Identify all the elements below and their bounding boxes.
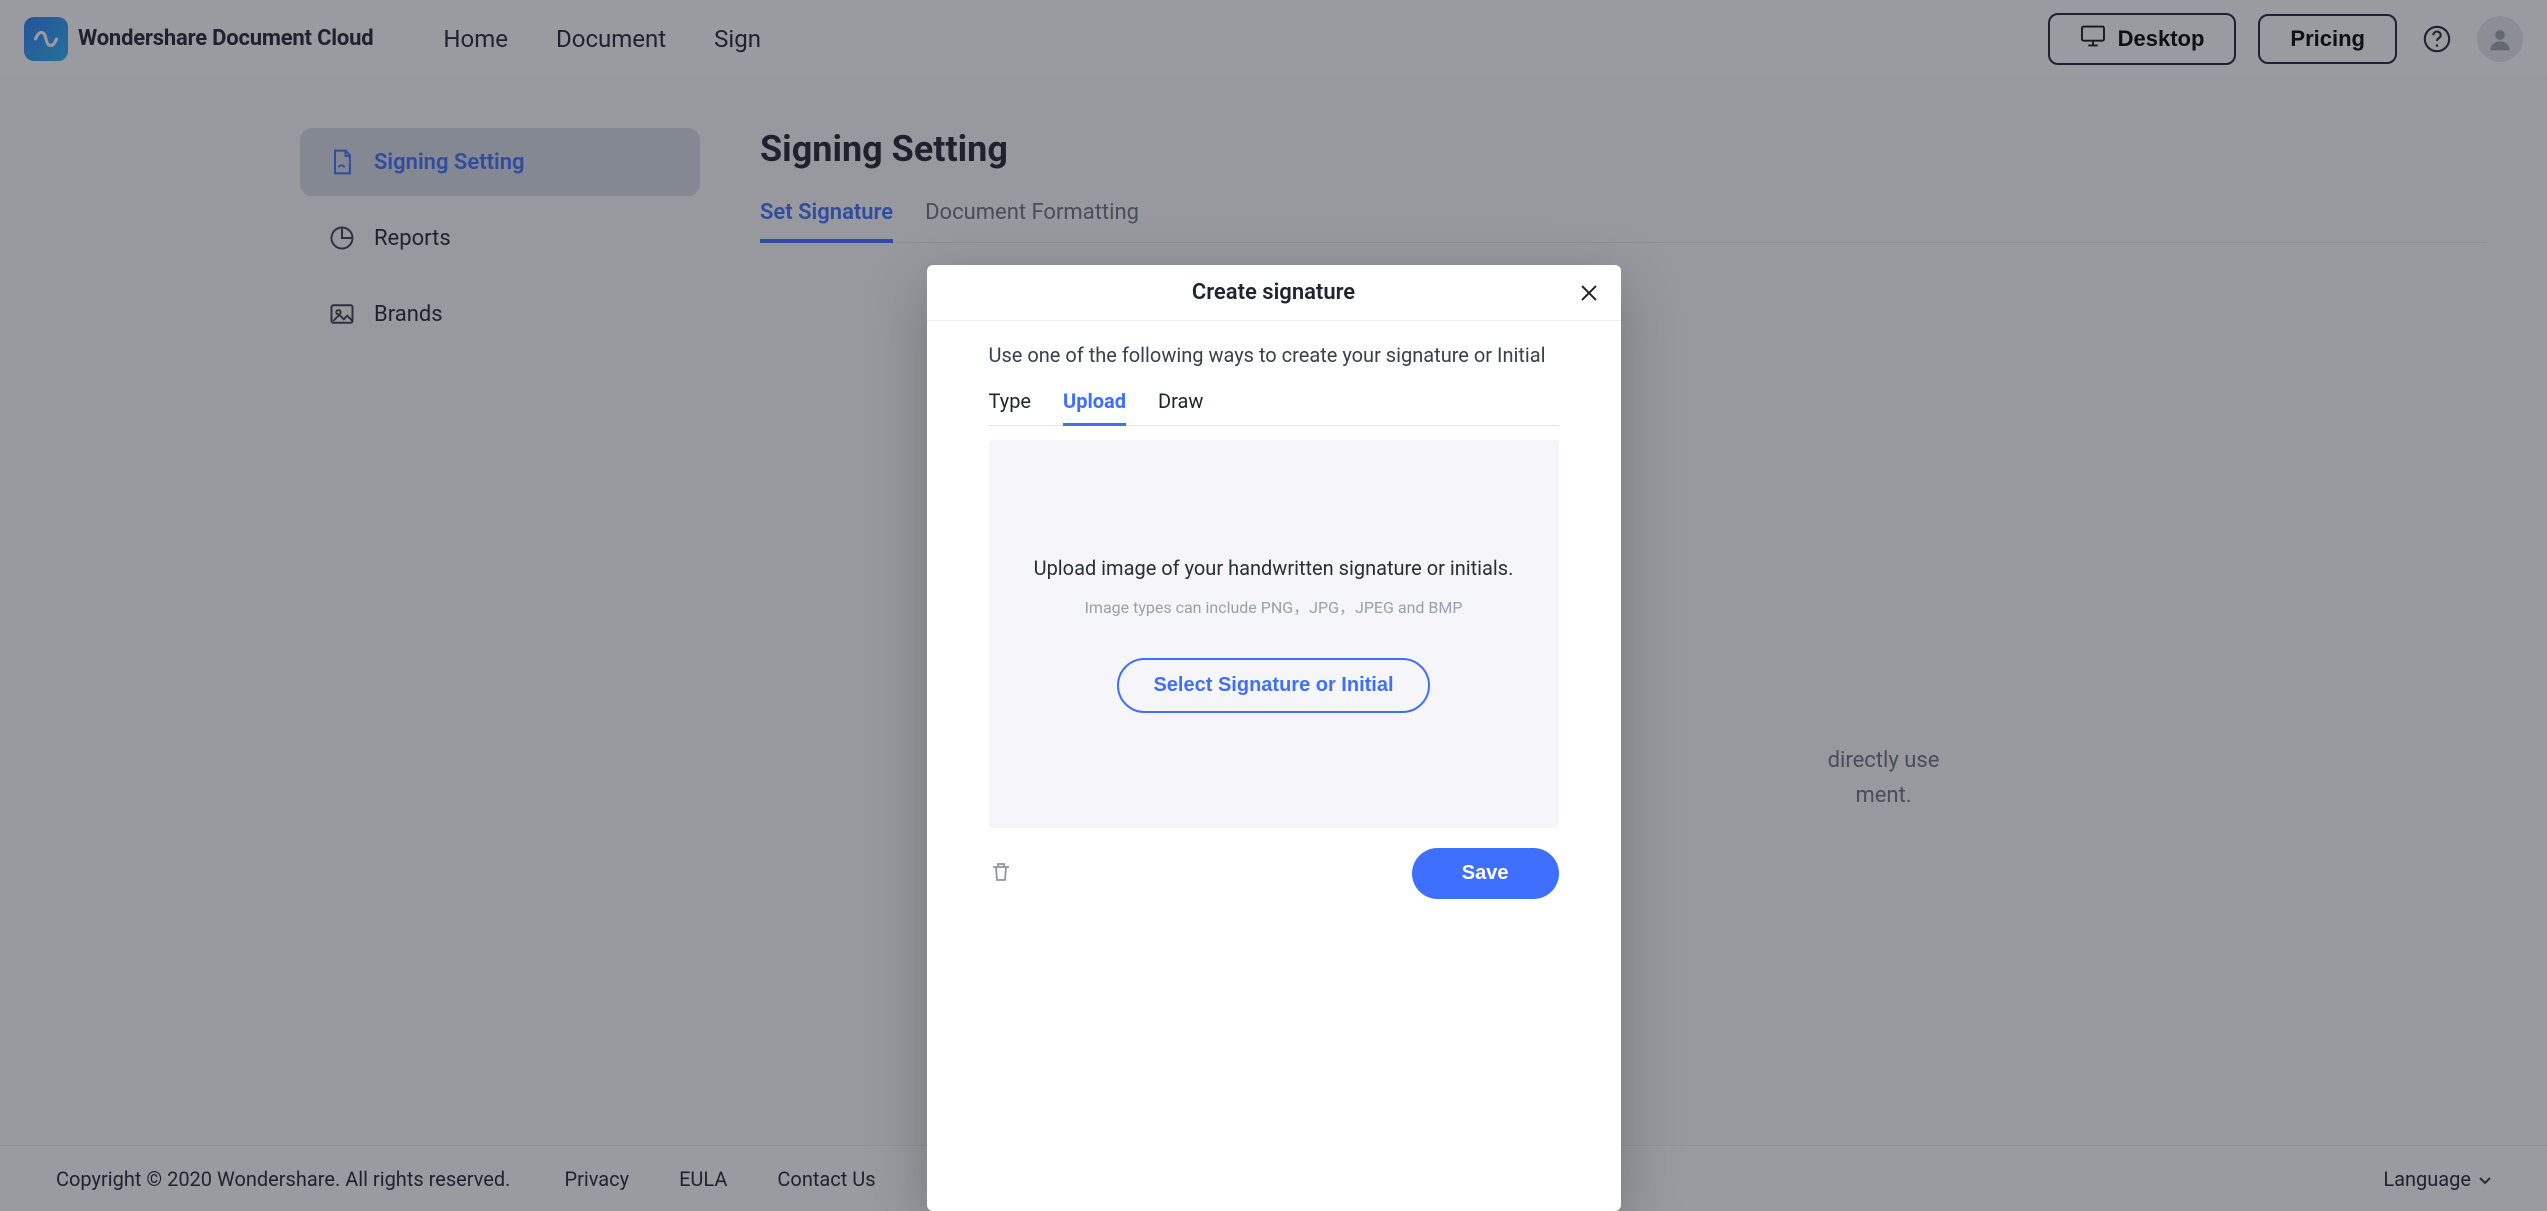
modal-tab-upload[interactable]: Upload — [1063, 381, 1126, 426]
close-icon — [1578, 282, 1600, 304]
modal-tabs: Type Upload Draw — [989, 381, 1559, 426]
modal-subtitle: Use one of the following ways to create … — [989, 343, 1559, 367]
save-button[interactable]: Save — [1412, 848, 1559, 899]
create-signature-modal: Create signature Use one of the followin… — [927, 265, 1621, 1211]
modal-tab-type[interactable]: Type — [989, 381, 1032, 426]
modal-overlay: Create signature Use one of the followin… — [0, 0, 2547, 1211]
modal-title: Create signature — [1192, 280, 1355, 305]
upload-heading: Upload image of your handwritten signatu… — [1034, 556, 1514, 580]
modal-footer: Save — [989, 828, 1559, 899]
modal-close-button[interactable] — [1575, 279, 1603, 307]
upload-dropzone[interactable]: Upload image of your handwritten signatu… — [989, 440, 1559, 828]
modal-body: Use one of the following ways to create … — [927, 321, 1621, 925]
trash-icon — [989, 860, 1013, 884]
upload-note: Image types can include PNG，JPG，JPEG and… — [1085, 594, 1463, 618]
modal-header: Create signature — [927, 265, 1621, 321]
select-signature-button[interactable]: Select Signature or Initial — [1117, 658, 1429, 713]
delete-signature-button[interactable] — [989, 860, 1017, 888]
modal-tab-draw[interactable]: Draw — [1158, 381, 1203, 426]
